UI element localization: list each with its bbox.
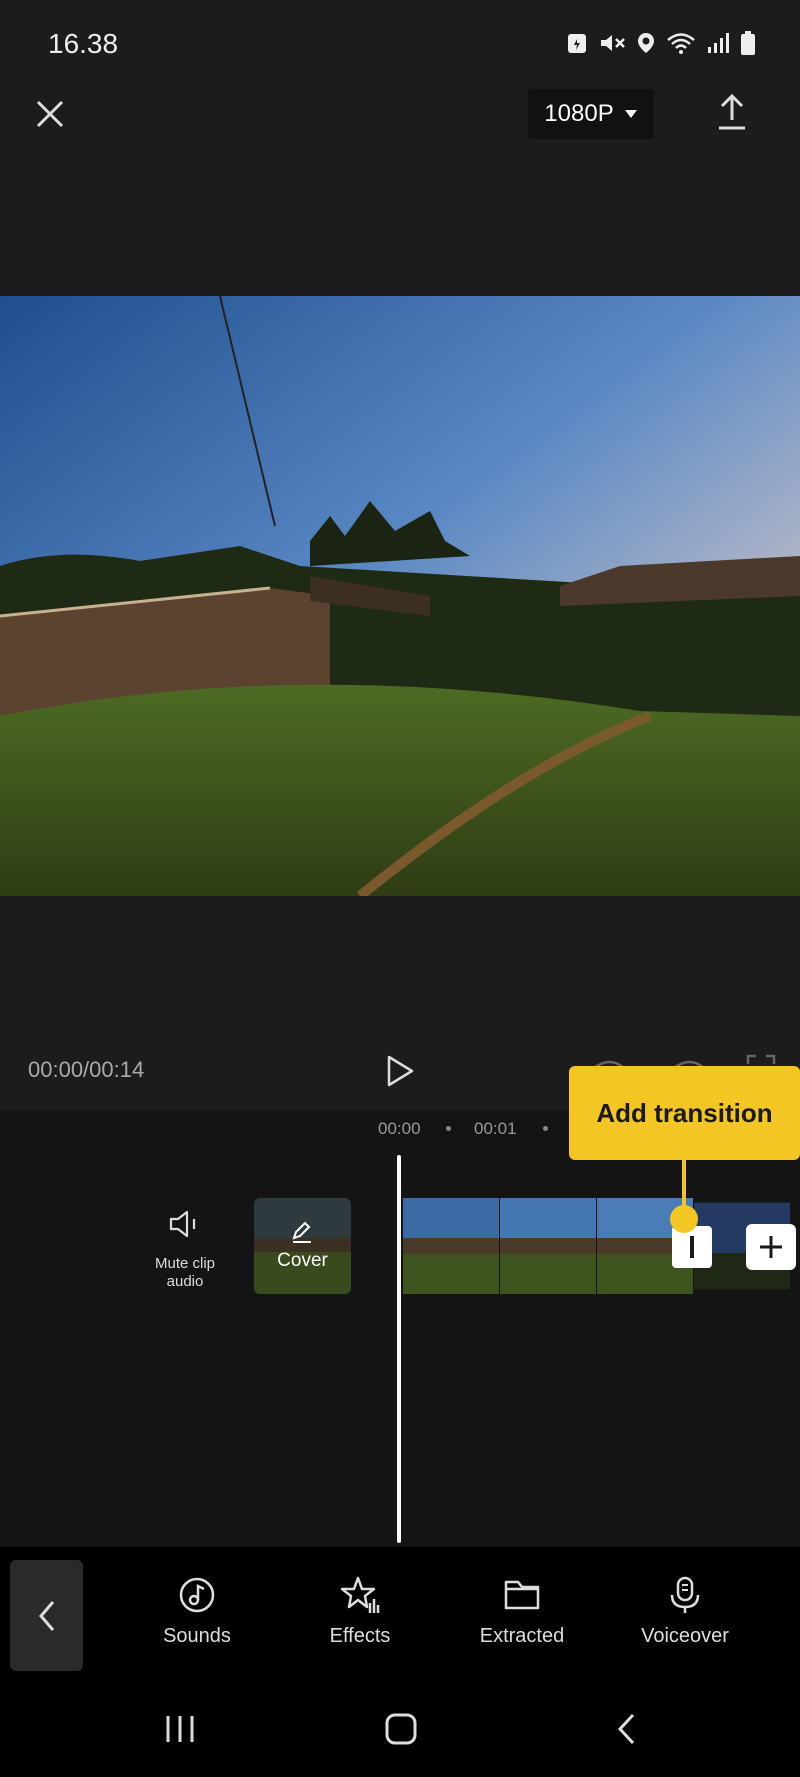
upload-icon: [719, 93, 745, 130]
resolution-label: 1080P: [544, 100, 614, 127]
export-button[interactable]: [716, 92, 748, 132]
plus-icon: [760, 1236, 782, 1258]
tool-label: Effects: [329, 1625, 391, 1647]
cover-thumbnail: [254, 1198, 351, 1294]
speaker-icon: [169, 1210, 196, 1238]
timecode: 00:00/00:14: [28, 1057, 145, 1082]
wifi-icon: [667, 33, 695, 54]
tool-label: Sounds: [163, 1625, 231, 1647]
tool-extracted[interactable]: Extracted: [462, 1575, 582, 1648]
caret-down-icon: [624, 110, 637, 118]
add-transition-button[interactable]: [672, 1226, 712, 1268]
star-effects-icon: [340, 1576, 380, 1613]
preview-image: [0, 296, 800, 896]
clip-frame: [403, 1198, 499, 1294]
signal-icon: [708, 33, 729, 53]
mute-clip-audio-button[interactable]: Mute clip audio: [140, 1208, 230, 1291]
play-button[interactable]: [384, 1054, 416, 1088]
add-transition-tooltip[interactable]: Add transition: [569, 1066, 800, 1160]
home-icon[interactable]: [384, 1712, 418, 1746]
tool-label: Voiceover: [641, 1625, 729, 1647]
battery-icon: [741, 31, 755, 55]
ruler-dot: [446, 1126, 451, 1131]
ruler-dot: [543, 1126, 548, 1131]
toolbar-back-button[interactable]: [10, 1560, 83, 1671]
transition-icon: [690, 1236, 694, 1258]
music-note-icon: [179, 1577, 215, 1613]
video-preview[interactable]: [0, 296, 800, 896]
resolution-dropdown[interactable]: 1080P: [528, 89, 654, 139]
mute-icon: [601, 35, 625, 51]
location-icon: [638, 33, 654, 53]
battery-saver-icon: [568, 34, 586, 53]
tool-sounds[interactable]: Sounds: [137, 1575, 257, 1648]
play-icon: [387, 1055, 414, 1087]
tool-effects[interactable]: Effects: [300, 1575, 420, 1648]
ruler-label: 00:01: [474, 1119, 517, 1138]
clip-frame: [500, 1198, 596, 1294]
tool-voiceover[interactable]: Voiceover: [625, 1575, 745, 1648]
mute-clip-label: Mute clip audio: [154, 1255, 216, 1290]
status-icons: [566, 30, 756, 56]
cover-button[interactable]: Cover: [254, 1198, 351, 1294]
add-clip-button[interactable]: [746, 1224, 796, 1270]
ruler-label: 00:00: [378, 1119, 421, 1138]
tool-label: Extracted: [479, 1625, 565, 1647]
tooltip-anchor-dot: [670, 1205, 698, 1233]
back-nav-icon[interactable]: [614, 1712, 638, 1746]
microphone-icon: [670, 1576, 700, 1613]
cover-label: Cover: [277, 1250, 328, 1271]
recent-apps-icon[interactable]: [164, 1714, 196, 1744]
edit-pencil-icon: [292, 1221, 311, 1243]
chevron-left-icon: [38, 1600, 54, 1631]
close-icon: [36, 100, 64, 128]
close-button[interactable]: [30, 94, 70, 134]
video-clip-track[interactable]: [403, 1198, 800, 1294]
folder-icon: [504, 1580, 540, 1610]
status-time: 16.38: [48, 28, 119, 59]
playhead[interactable]: [397, 1155, 401, 1543]
